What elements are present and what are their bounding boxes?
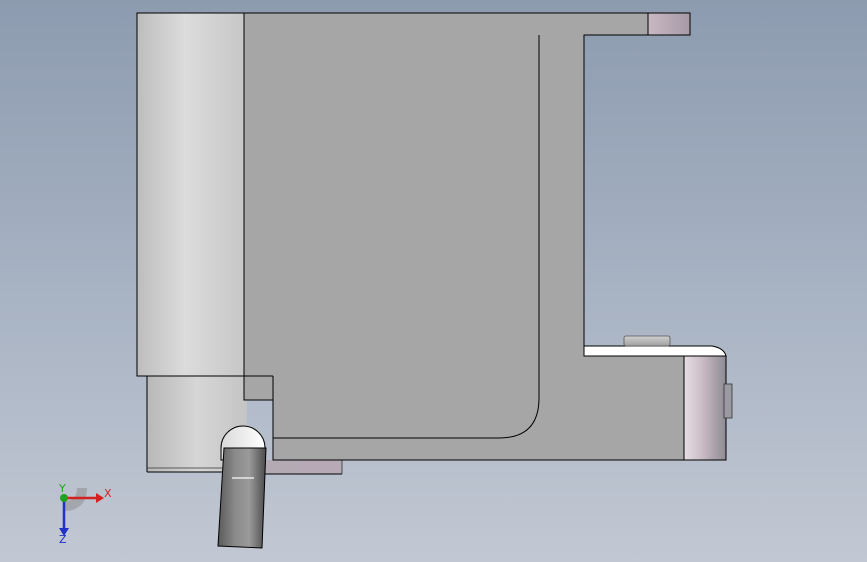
cad-model[interactable] xyxy=(0,0,867,562)
x-arrow-head xyxy=(96,493,104,503)
left-cylinder[interactable] xyxy=(136,12,245,377)
x-axis-label: X xyxy=(104,487,112,500)
y-axis-dot xyxy=(60,494,68,502)
main-body[interactable] xyxy=(243,12,685,461)
handle-lever[interactable] xyxy=(217,447,267,549)
axis-triad: X Z Y xyxy=(58,482,112,546)
y-axis-label: Y xyxy=(58,482,66,495)
top-pin[interactable] xyxy=(623,335,671,347)
right-end-cap[interactable] xyxy=(683,355,733,461)
top-right-tab[interactable] xyxy=(647,12,691,36)
right-ledge[interactable] xyxy=(583,345,727,357)
cad-viewport[interactable]: X Z Y xyxy=(0,0,867,562)
z-axis-label: Z xyxy=(59,533,67,546)
